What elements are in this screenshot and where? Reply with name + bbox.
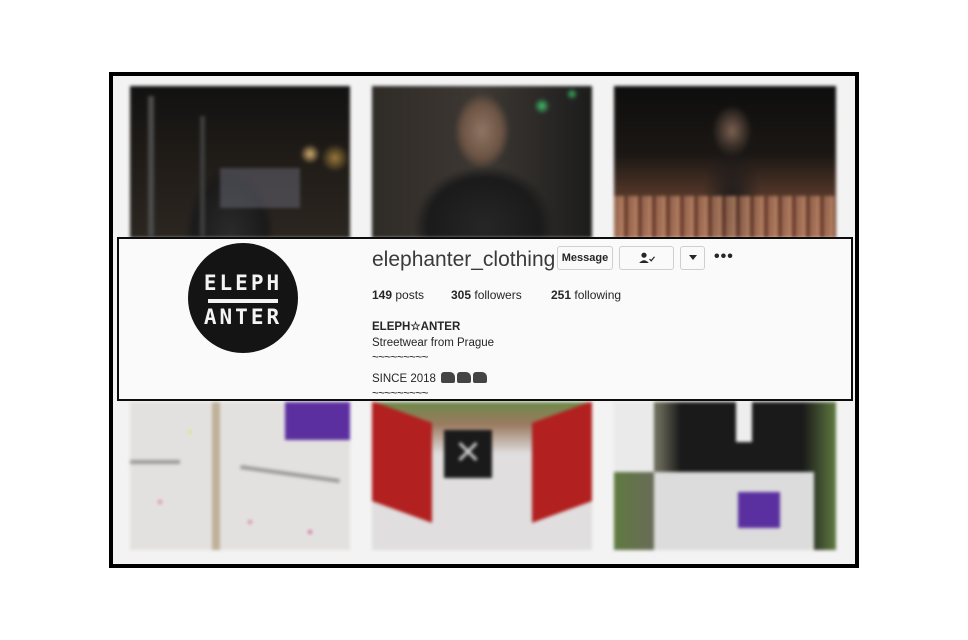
elephant-icon (441, 372, 456, 383)
caret-down-icon (688, 255, 697, 260)
followers-count: 305 (451, 288, 472, 302)
post-thumbnail[interactable] (614, 86, 836, 238)
avatar-logo-bottom: ANTER (203, 305, 283, 329)
following-button[interactable] (619, 246, 674, 270)
avatar-logo-top: ELEPH (203, 271, 283, 295)
following-stat[interactable]: 251 following (551, 288, 621, 302)
posts-stat[interactable]: 149 posts (372, 288, 424, 302)
followers-label: followers (474, 288, 522, 302)
more-dots-icon[interactable]: ••• (714, 248, 734, 266)
user-check-icon (638, 252, 655, 263)
avatar-logo-divider (208, 299, 278, 303)
posts-count: 149 (372, 288, 393, 302)
post-thumbnail[interactable] (614, 402, 836, 550)
post-thumbnail[interactable] (372, 86, 592, 238)
bio-line: Streetwear from Prague (372, 337, 495, 349)
profile-username: elephanter_clothing (372, 248, 556, 271)
bio-line: ~~~~~~~~~ (372, 352, 428, 364)
elephant-icon (457, 372, 472, 383)
bio-since-text: SINCE 2018 (372, 373, 436, 385)
followers-stat[interactable]: 305 followers (451, 288, 522, 302)
post-thumbnail[interactable] (130, 402, 350, 550)
profile-avatar[interactable]: ELEPH ANTER (188, 243, 298, 353)
posts-label: posts (395, 288, 425, 302)
post-thumbnail[interactable] (372, 402, 592, 550)
profile-full-name: ELEPH☆ANTER (372, 321, 461, 333)
elephant-icon (473, 372, 488, 383)
bio-line: ~~~~~~~~~ (372, 388, 428, 399)
bio-line: SINCE 2018 (372, 372, 488, 385)
following-count: 251 (551, 288, 572, 302)
suggestions-dropdown-button[interactable] (680, 246, 705, 270)
post-thumbnail[interactable] (130, 86, 350, 238)
message-button[interactable]: Message (557, 246, 613, 270)
following-label: following (574, 288, 622, 302)
